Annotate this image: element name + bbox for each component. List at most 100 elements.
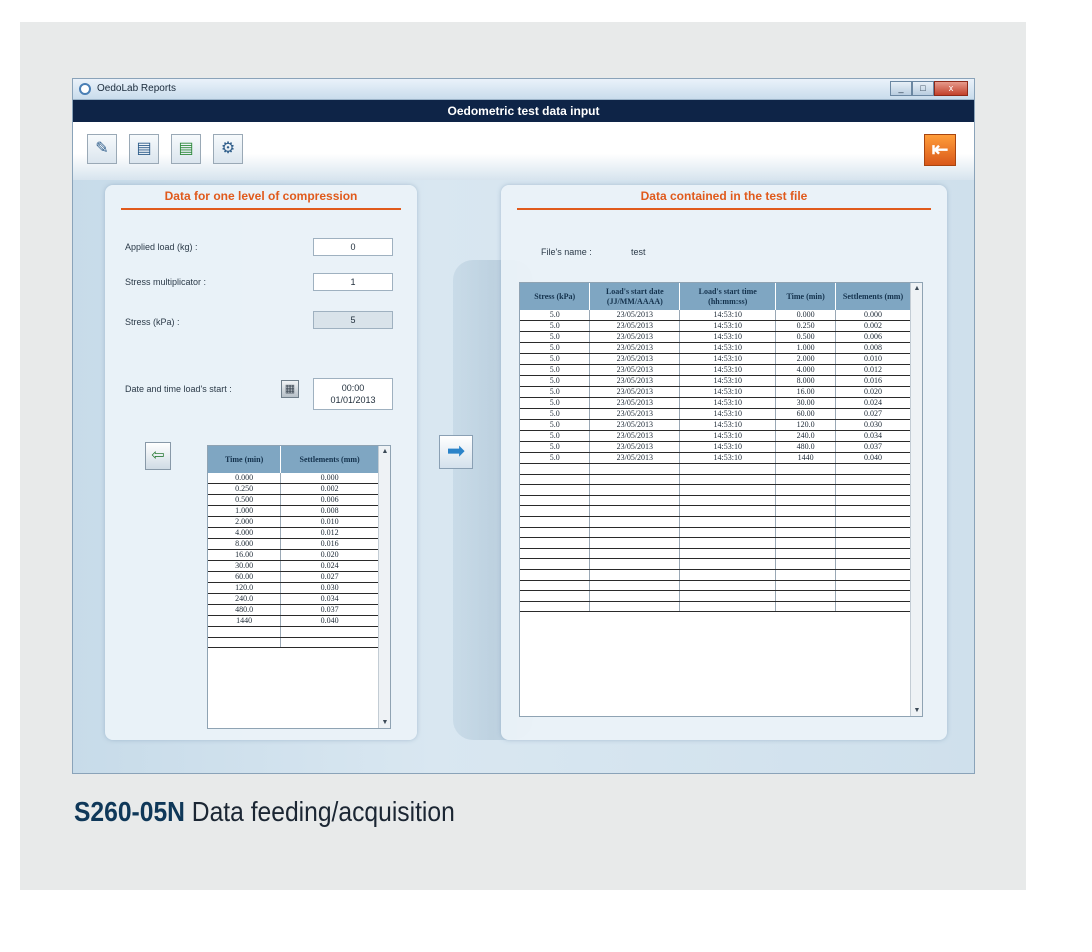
table-cell[interactable] — [208, 626, 282, 638]
table-cell[interactable]: 0.006 — [835, 331, 911, 344]
table-cell[interactable]: 14:53:10 — [679, 386, 777, 399]
table-row[interactable]: 4.000 0.012 — [208, 527, 379, 540]
import-data-button[interactable]: ⇦ — [145, 442, 171, 470]
table-cell[interactable]: 0.034 — [280, 593, 379, 606]
table-cell[interactable]: 0.012 — [280, 527, 379, 540]
table-cell[interactable]: 14:53:10 — [679, 419, 777, 432]
table-row[interactable] — [520, 495, 911, 507]
table-cell[interactable]: 23/05/2013 — [589, 452, 681, 465]
table-cell[interactable]: 5.0 — [520, 441, 591, 454]
table-cell[interactable]: 5.0 — [520, 419, 591, 432]
table-cell[interactable]: 0.000 — [835, 310, 911, 322]
table-cell[interactable]: 14:53:10 — [679, 342, 777, 355]
table-cell[interactable]: 23/05/2013 — [589, 397, 681, 410]
table-cell[interactable]: 23/05/2013 — [589, 310, 681, 322]
table-cell[interactable]: 0.040 — [280, 615, 379, 628]
table-cell[interactable]: 23/05/2013 — [589, 408, 681, 421]
table-cell[interactable] — [835, 474, 911, 486]
table-cell[interactable] — [835, 484, 911, 496]
table-row[interactable]: 240.0 0.034 — [208, 593, 379, 606]
table-cell[interactable] — [679, 527, 777, 539]
table-cell[interactable]: 0.000 — [280, 473, 379, 485]
table-cell[interactable]: 1.000 — [208, 505, 282, 518]
table-cell[interactable] — [835, 569, 911, 581]
table-cell[interactable] — [775, 463, 837, 475]
maximize-button[interactable]: □ — [912, 81, 934, 96]
table-cell[interactable] — [520, 601, 591, 613]
table-cell[interactable]: 0.500 — [208, 494, 282, 507]
stress-multiplicator-input[interactable]: 1 — [313, 273, 393, 291]
table-cell[interactable] — [679, 590, 777, 602]
table-cell[interactable]: 120.0 — [208, 582, 282, 595]
table-cell[interactable] — [679, 580, 777, 592]
table-cell[interactable] — [679, 505, 777, 518]
table-cell[interactable] — [835, 580, 911, 592]
table-cell[interactable] — [775, 590, 837, 602]
table-cell[interactable] — [520, 590, 591, 602]
table-cell[interactable]: 4.000 — [775, 364, 837, 377]
table-row[interactable]: 5.0 23/05/2013 14:53:10 4.000 0.012 — [520, 364, 911, 377]
table-cell[interactable] — [589, 495, 681, 507]
load-start-datetime-input[interactable]: 00:00 01/01/2013 — [313, 378, 393, 410]
table-cell[interactable] — [589, 590, 681, 602]
table-cell[interactable]: 5.0 — [520, 375, 591, 388]
grid-scrollbar[interactable]: ▲ ▼ — [910, 283, 922, 716]
table-cell[interactable]: 23/05/2013 — [589, 430, 681, 443]
table-cell[interactable] — [520, 463, 591, 475]
table-cell[interactable] — [775, 505, 837, 518]
table-cell[interactable]: 14:53:10 — [679, 310, 777, 322]
table-row[interactable] — [208, 626, 379, 638]
table-cell[interactable]: 23/05/2013 — [589, 419, 681, 432]
table-cell[interactable] — [280, 637, 379, 649]
table-cell[interactable]: 60.00 — [775, 408, 837, 421]
table-cell[interactable]: 2.000 — [208, 516, 282, 529]
table-cell[interactable] — [775, 558, 837, 571]
table-cell[interactable]: 0.002 — [280, 483, 379, 496]
table-row[interactable]: 5.0 23/05/2013 14:53:10 480.0 0.037 — [520, 441, 911, 454]
table-cell[interactable]: 5.0 — [520, 430, 591, 443]
table-cell[interactable] — [775, 516, 837, 528]
table-row[interactable]: 1440 0.040 — [208, 615, 379, 628]
table-cell[interactable] — [589, 463, 681, 475]
table-cell[interactable]: 5.0 — [520, 452, 591, 465]
table-cell[interactable] — [520, 580, 591, 592]
table-row[interactable] — [520, 537, 911, 549]
table-cell[interactable]: 5.0 — [520, 320, 591, 333]
table-cell[interactable]: 23/05/2013 — [589, 441, 681, 454]
table-row[interactable]: 5.0 23/05/2013 14:53:10 30.00 0.024 — [520, 397, 911, 410]
table-cell[interactable] — [835, 590, 911, 602]
table-cell[interactable]: 0.030 — [280, 582, 379, 595]
table-cell[interactable]: 240.0 — [208, 593, 282, 606]
table-cell[interactable] — [520, 516, 591, 528]
table-row[interactable]: 0.000 0.000 — [208, 473, 379, 485]
table-cell[interactable]: 0.250 — [208, 483, 282, 496]
table-cell[interactable] — [679, 463, 777, 475]
table-cell[interactable] — [679, 474, 777, 486]
table-cell[interactable]: 480.0 — [208, 604, 282, 617]
table-cell[interactable]: 0.010 — [835, 353, 911, 366]
table-row[interactable]: 5.0 23/05/2013 14:53:10 8.000 0.016 — [520, 375, 911, 388]
table-cell[interactable] — [835, 505, 911, 518]
calendar-icon[interactable]: ▦ — [281, 380, 299, 398]
table-row[interactable]: 5.0 23/05/2013 14:53:10 240.0 0.034 — [520, 430, 911, 443]
table-cell[interactable]: 5.0 — [520, 364, 591, 377]
minimize-button[interactable]: _ — [890, 81, 912, 96]
table-row[interactable]: 5.0 23/05/2013 14:53:10 2.000 0.010 — [520, 353, 911, 366]
table-row[interactable] — [520, 580, 911, 592]
table-cell[interactable] — [775, 580, 837, 592]
table-cell[interactable] — [835, 463, 911, 475]
table-row[interactable]: 120.0 0.030 — [208, 582, 379, 595]
table-cell[interactable] — [520, 474, 591, 486]
table-cell[interactable] — [835, 527, 911, 539]
table-cell[interactable]: 0.012 — [835, 364, 911, 377]
table-cell[interactable]: 16.00 — [208, 549, 282, 562]
scroll-down-icon[interactable]: ▼ — [911, 707, 922, 714]
table-row[interactable] — [520, 527, 911, 539]
table-cell[interactable] — [589, 558, 681, 571]
table-row[interactable] — [520, 505, 911, 518]
table-row[interactable] — [520, 484, 911, 496]
table-cell[interactable]: 0.010 — [280, 516, 379, 529]
table-row[interactable] — [520, 558, 911, 571]
table-cell[interactable]: 0.008 — [835, 342, 911, 355]
table-cell[interactable]: 30.00 — [775, 397, 837, 410]
